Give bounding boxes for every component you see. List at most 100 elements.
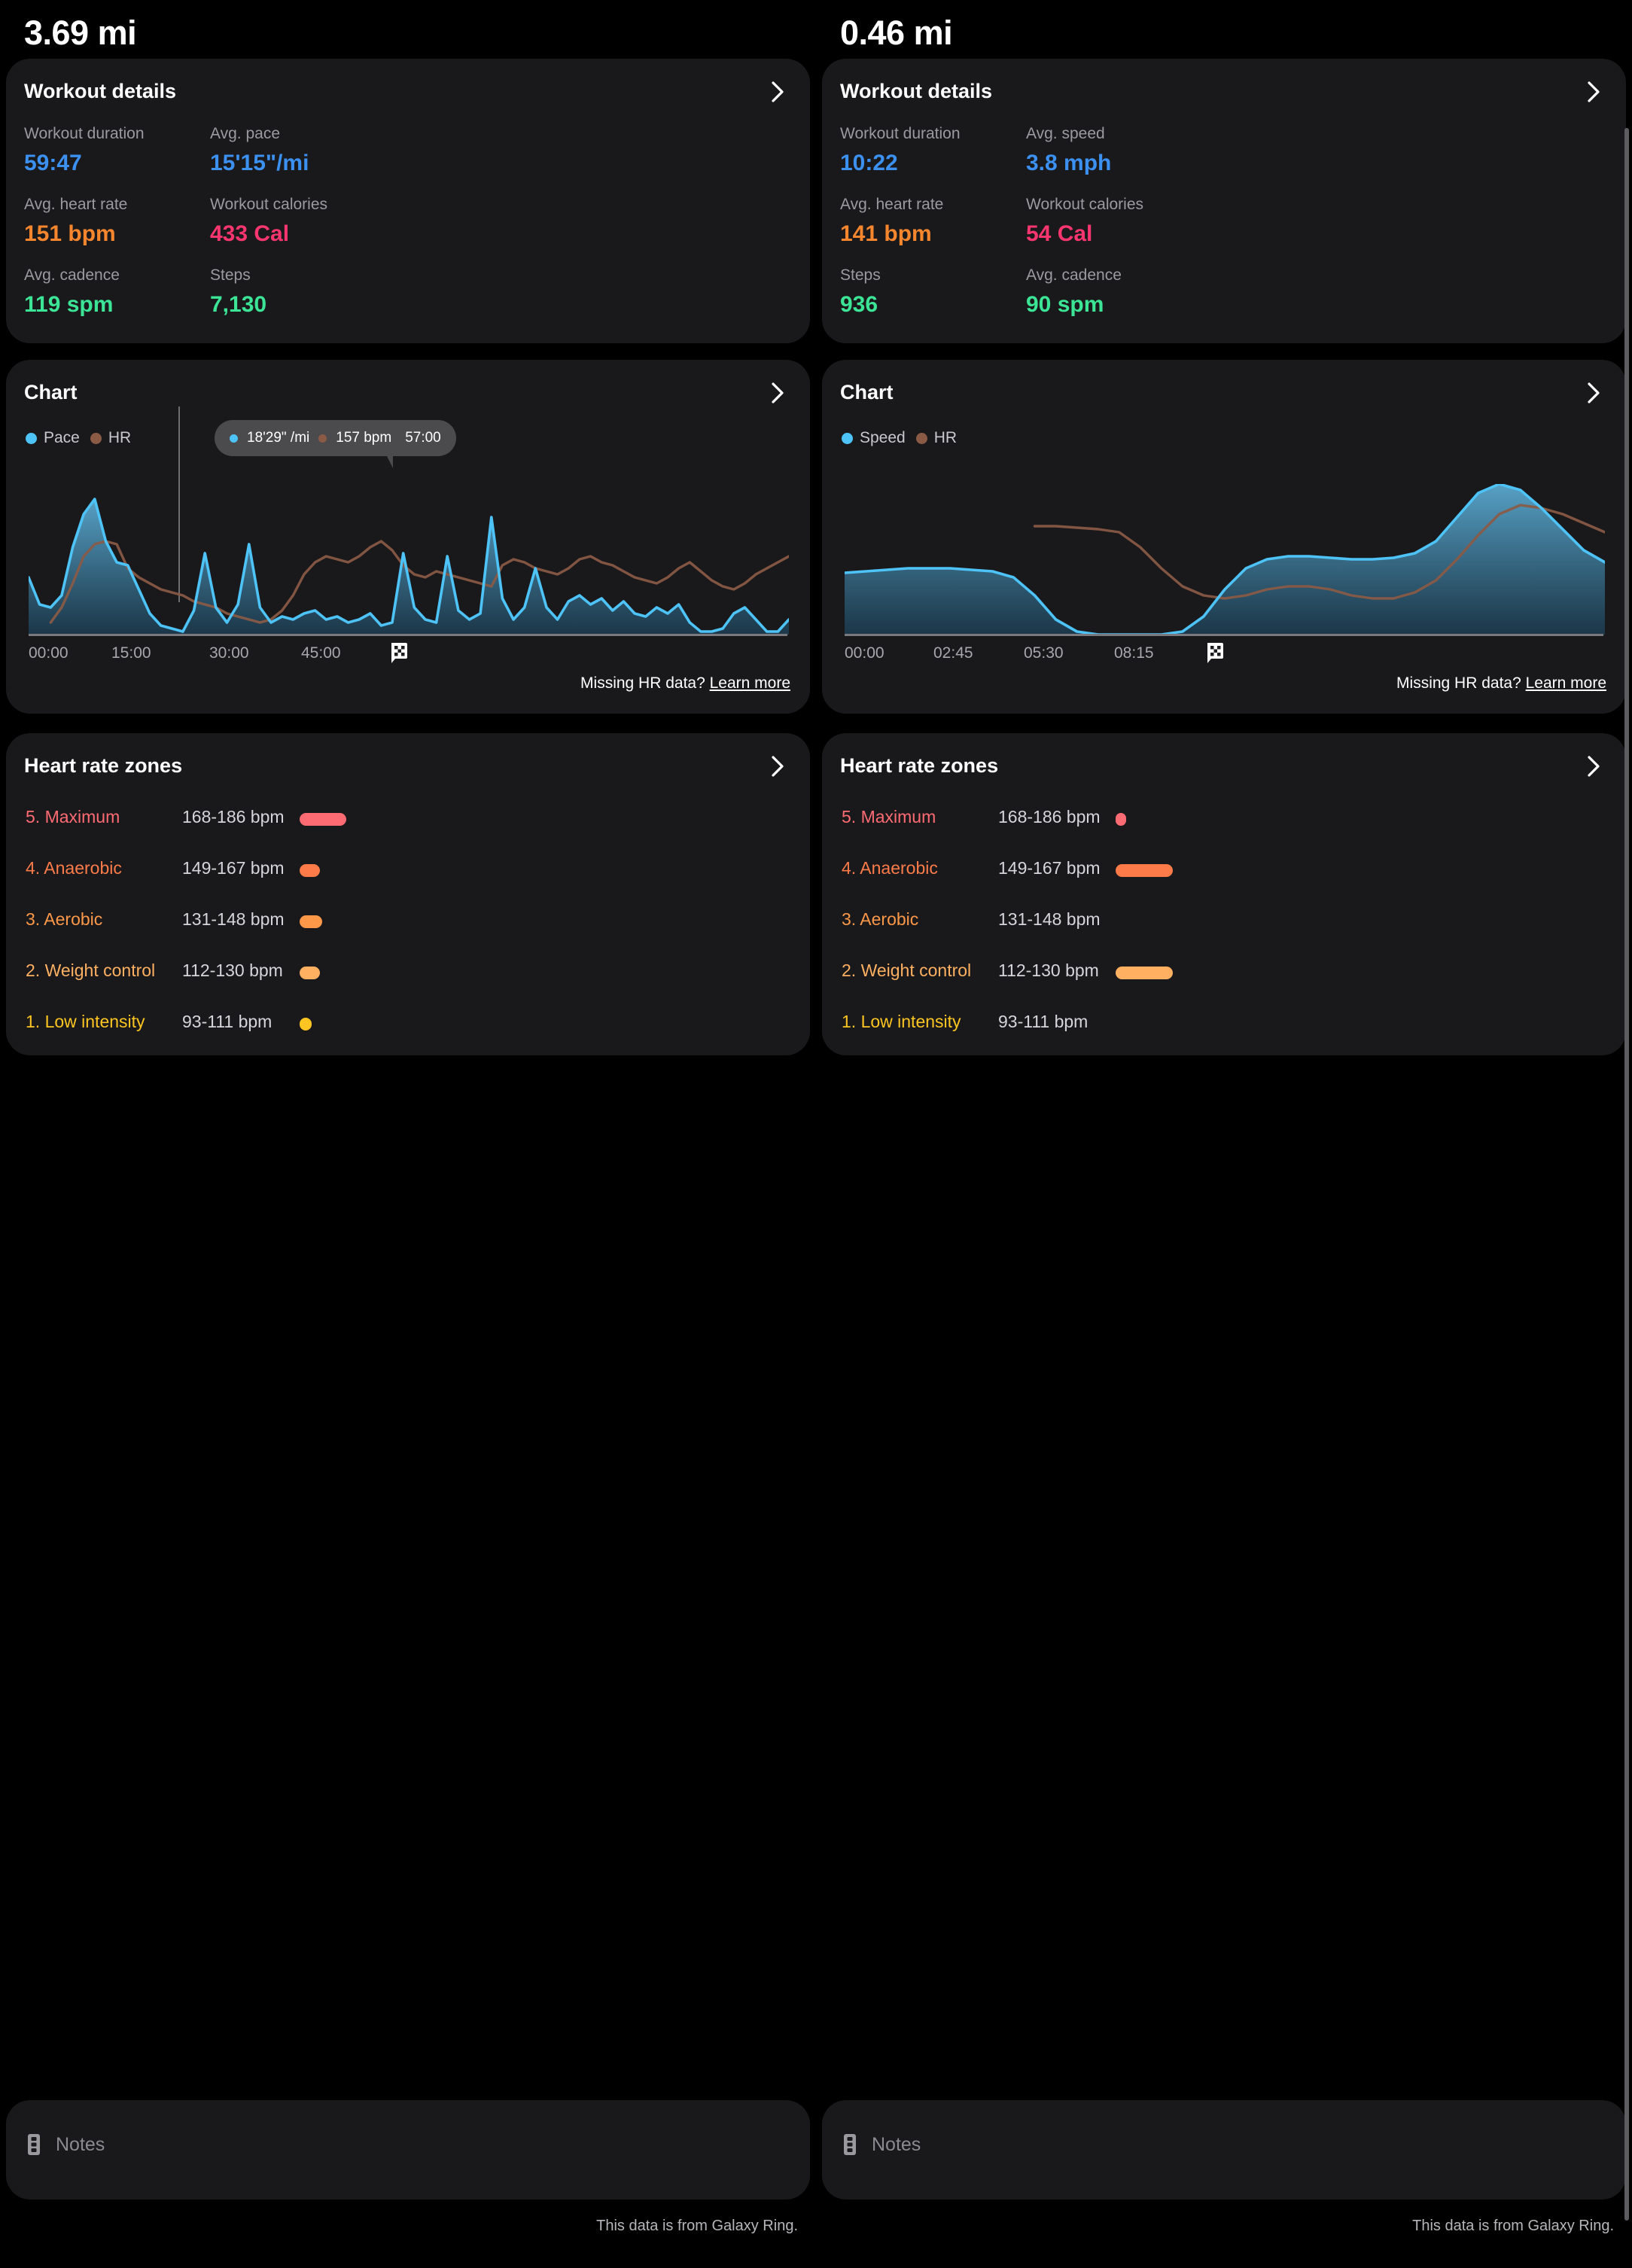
legend-item: HR xyxy=(915,429,958,447)
chart-header[interactable]: Chart xyxy=(822,360,1626,426)
zones-list: 5. Maximum 168-186 bpm 4. Anaerobic 149-… xyxy=(822,798,1626,1054)
missing-hr-note[interactable]: Missing HR data? Learn more xyxy=(1396,674,1606,693)
zone-name: 3. Aerobic xyxy=(842,909,919,929)
axis-tick-label: 00:00 xyxy=(845,644,885,662)
metric-value: 54 Cal xyxy=(1026,221,1093,246)
axis-tick-label: 00:00 xyxy=(29,644,69,662)
chart-tooltip: 18'29" /mi 157 bpm 57:00 xyxy=(215,420,456,468)
zone-name: 1. Low intensity xyxy=(842,1012,961,1031)
chart-header[interactable]: Chart xyxy=(6,360,810,426)
chevron-right-icon[interactable] xyxy=(1581,379,1606,406)
zone-range: 131-148 bpm xyxy=(998,909,1101,929)
learn-more-link[interactable]: Learn more xyxy=(1526,674,1606,692)
legend-item: HR xyxy=(90,429,131,447)
zone-bar xyxy=(300,813,346,826)
note-icon xyxy=(26,2133,42,2156)
data-source-footnote: This data is from Galaxy Ring. xyxy=(596,2218,798,2234)
chevron-right-icon[interactable] xyxy=(765,753,790,780)
vertical-scrollbar[interactable] xyxy=(1624,128,1629,2221)
zone-name: 3. Aerobic xyxy=(26,909,103,929)
zone-range: 112-130 bpm xyxy=(182,960,283,980)
workout-details-card[interactable]: Workout details Workout duration 59:47 A… xyxy=(6,59,810,343)
workout-details-header[interactable]: Workout details xyxy=(822,59,1626,125)
chart-x-axis: 00:00 02:45 05:30 08:15 xyxy=(822,641,1626,670)
legend-label: Pace xyxy=(44,429,80,446)
heart-rate-zones-header[interactable]: Heart rate zones xyxy=(6,733,810,799)
metrics-grid: Workout duration 10:22 Avg. speed 3.8 mp… xyxy=(822,123,1626,336)
metric-row: Workout duration 59:47 Avg. pace 15'15"/… xyxy=(6,123,810,194)
metric-value: 7,130 xyxy=(210,292,267,317)
zone-range: 131-148 bpm xyxy=(182,909,285,929)
metric-label: Workout calories xyxy=(210,196,328,213)
chart-card[interactable]: Chart Pace HR 18'29" /mi 157 bpm 57:00 0… xyxy=(6,360,810,714)
tooltip-tail xyxy=(386,455,393,468)
chevron-right-icon[interactable] xyxy=(1581,78,1606,105)
chevron-right-icon[interactable] xyxy=(765,78,790,105)
metric-row: Workout duration 10:22 Avg. speed 3.8 mp… xyxy=(822,123,1626,194)
heart-rate-zones-title: Heart rate zones xyxy=(840,754,999,777)
metric-cell: Steps 7,130 xyxy=(210,265,556,321)
metric-value: 3.8 mph xyxy=(1026,151,1112,175)
zone-range: 93-111 bpm xyxy=(182,1012,273,1031)
tooltip-primary-value: 18'29" /mi xyxy=(247,430,310,446)
axis-tick-label: 02:45 xyxy=(933,644,973,662)
chart-title: Chart xyxy=(840,381,894,403)
chart-plot-area[interactable] xyxy=(845,484,1605,635)
metric-row: Steps 936 Avg. cadence 90 spm xyxy=(822,265,1626,336)
zone-range: 168-186 bpm xyxy=(182,807,285,827)
metric-cell: Avg. speed 3.8 mph xyxy=(1026,123,1372,179)
zone-row: 2. Weight control 112-130 bpm xyxy=(6,951,810,1003)
axis-tick-label: 05:30 xyxy=(1024,644,1064,662)
notes-card[interactable]: Notes xyxy=(6,2100,810,2200)
checkered-flag-icon xyxy=(1204,641,1226,664)
learn-more-link[interactable]: Learn more xyxy=(710,674,790,692)
heart-rate-zones-title: Heart rate zones xyxy=(24,754,183,777)
zone-row: 1. Low intensity 93-111 bpm xyxy=(6,1003,810,1054)
tooltip-secondary-dot xyxy=(318,434,327,443)
chart-title: Chart xyxy=(24,381,78,403)
workout-details-card[interactable]: Workout details Workout duration 10:22 A… xyxy=(822,59,1626,343)
zone-range: 112-130 bpm xyxy=(998,960,1099,980)
zone-range: 149-167 bpm xyxy=(998,858,1101,878)
zones-list: 5. Maximum 168-186 bpm 4. Anaerobic 149-… xyxy=(6,798,810,1054)
notes-card[interactable]: Notes xyxy=(822,2100,1626,2200)
metric-value: 90 spm xyxy=(1026,292,1104,317)
metric-cell: Avg. cadence 90 spm xyxy=(1026,265,1372,321)
zone-name: 2. Weight control xyxy=(842,960,972,980)
workout-comparison-screen: 3.69 mi Workout details Workout duration… xyxy=(0,0,1632,2268)
metrics-grid: Workout duration 59:47 Avg. pace 15'15"/… xyxy=(6,123,810,336)
heart-rate-zones-card[interactable]: Heart rate zones 5. Maximum 168-186 bpm … xyxy=(822,733,1626,1055)
zone-range: 149-167 bpm xyxy=(182,858,285,878)
heart-rate-zones-card[interactable]: Heart rate zones 5. Maximum 168-186 bpm … xyxy=(6,733,810,1055)
metric-label: Workout calories xyxy=(1026,196,1144,213)
zone-bar xyxy=(300,864,320,877)
chart-legend: Speed HR xyxy=(842,429,957,447)
metric-cell: Workout calories 433 Cal xyxy=(210,194,556,250)
chevron-right-icon[interactable] xyxy=(1581,753,1606,780)
metric-label: Steps xyxy=(210,266,251,284)
chart-plot-area[interactable] xyxy=(29,484,789,635)
workout-details-title: Workout details xyxy=(840,80,993,102)
missing-hr-note[interactable]: Missing HR data? Learn more xyxy=(580,674,790,693)
axis-tick-label: 45:00 xyxy=(301,644,341,662)
data-source-footnote: This data is from Galaxy Ring. xyxy=(1412,2218,1614,2234)
tooltip-secondary-value: 157 bpm xyxy=(336,430,392,446)
legend-color-dot xyxy=(26,432,37,444)
notes-placeholder: Notes xyxy=(872,2133,921,2155)
heart-rate-zones-header[interactable]: Heart rate zones xyxy=(822,733,1626,799)
metric-label: Avg. cadence xyxy=(1026,266,1122,284)
zone-bar xyxy=(1116,967,1173,979)
zone-bar xyxy=(1116,864,1173,877)
chevron-right-icon[interactable] xyxy=(765,379,790,406)
chart-axis-line xyxy=(845,634,1603,636)
legend-color-dot xyxy=(90,432,102,444)
workout-details-title: Workout details xyxy=(24,80,177,102)
zone-row: 5. Maximum 168-186 bpm xyxy=(822,798,1626,849)
zone-row: 4. Anaerobic 149-167 bpm xyxy=(822,849,1626,900)
chart-card[interactable]: Chart Speed HR 00:00 02:45 05:30 08:15 Miss… xyxy=(822,360,1626,714)
axis-tick-label: 15:00 xyxy=(111,644,151,662)
legend-label: HR xyxy=(933,429,958,446)
legend-color-dot xyxy=(842,432,853,444)
notes-placeholder: Notes xyxy=(56,2133,105,2155)
workout-details-header[interactable]: Workout details xyxy=(6,59,810,125)
